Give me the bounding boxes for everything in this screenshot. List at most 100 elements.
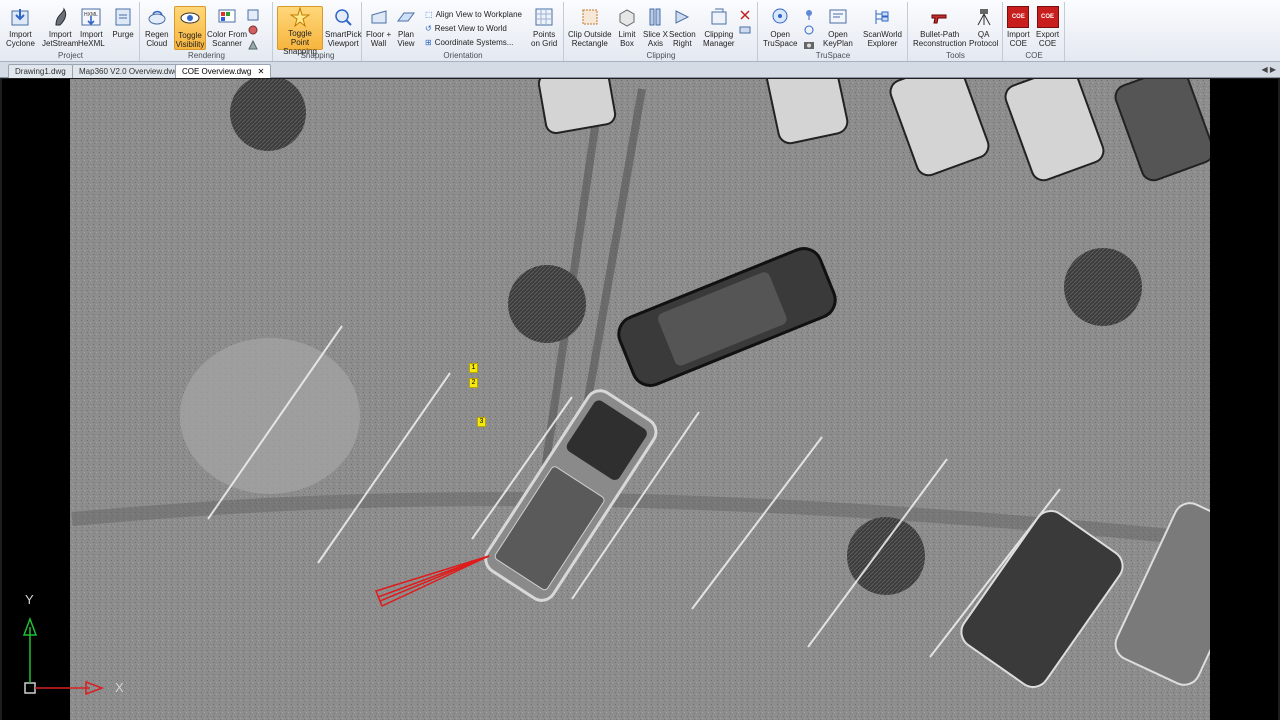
clip-delete-icon[interactable] [739, 8, 751, 20]
points-on-grid-label: Points on Grid [531, 30, 558, 48]
tab-scroll-arrows[interactable]: ◀ ▶ [1261, 65, 1276, 74]
purge-label: Purge [112, 30, 134, 39]
camera-icon[interactable] [803, 38, 815, 50]
bullet-path-reconstruction-button[interactable]: Bullet-Path Reconstruction [913, 6, 966, 50]
tools-group: Bullet-Path Reconstruction QA Protocol T… [909, 2, 1003, 61]
import-hexml-label: Import HeXML [78, 30, 105, 48]
floor-wall-label: Floor + Wall [366, 30, 392, 48]
export-coe-button[interactable]: COE Export COE [1036, 6, 1059, 50]
hexml-icon: HXML [80, 6, 102, 28]
rendering-group: Regen Cloud Toggle Visibility Color From… [141, 2, 273, 61]
tools-group-label: Tools [946, 51, 965, 60]
evidence-marker-2[interactable]: 2 [469, 378, 478, 388]
bullet-path-label: Bullet-Path Reconstruction [913, 30, 967, 48]
coe-export-icon-text: COE [1041, 13, 1055, 20]
align-view-to-workplane-button[interactable]: ⬚ Align View to Workplane [425, 8, 522, 21]
evidence-marker-3[interactable]: 3 [477, 417, 486, 427]
ucs-y-label: Y [25, 592, 34, 607]
palette-icon [216, 6, 238, 28]
reset-view-to-world-button[interactable]: ↺ Reset View to World [425, 22, 507, 35]
coordinate-systems-icon: ⊞ [425, 38, 432, 47]
project-group: Import Cyclone Import JetStream HXML Imp… [2, 2, 140, 61]
smartpick-viewport-button[interactable]: SmartPick Viewport [325, 6, 361, 50]
qa-protocol-button[interactable]: QA Protocol [969, 6, 998, 50]
truspace-group: Open TruSpace Open KeyPlan ScanWorld Exp… [759, 2, 908, 61]
intensity-icon[interactable] [247, 38, 259, 50]
right-black-margin [1210, 79, 1278, 720]
regen-cloud-button[interactable]: Regen Cloud [145, 6, 169, 50]
tab-map360-overview[interactable]: Map360 V2.0 Overview.dwg [72, 64, 186, 78]
clip-toggle-icon[interactable] [739, 23, 751, 35]
coordinate-systems-button[interactable]: ⊞ Coordinate Systems... [425, 36, 513, 49]
toggle-visibility-button[interactable]: Toggle Visibility [174, 6, 206, 50]
open-truspace-label: Open TruSpace [763, 30, 798, 48]
scanworld-explorer-label: ScanWorld Explorer [863, 30, 902, 48]
tab-drawing1[interactable]: Drawing1.dwg [8, 64, 73, 78]
ucs-x-label: X [115, 680, 124, 695]
plan-view-icon [395, 6, 417, 28]
point-cloud-canvas[interactable] [2, 79, 1278, 720]
section-icon [671, 6, 693, 28]
truspace-group-label: TruSpace [815, 51, 851, 60]
clipping-group: Clip Outside Rectangle Limit Box Slice X… [565, 2, 758, 61]
tab-drawing1-label: Drawing1.dwg [15, 67, 66, 76]
import-cyclone-label: Import Cyclone [6, 30, 35, 48]
import-cyclone-button[interactable]: Import Cyclone [6, 6, 35, 50]
open-keyplan-button[interactable]: Open KeyPlan [823, 6, 853, 50]
points-on-grid-button[interactable]: Points on Grid [531, 6, 557, 50]
toggle-point-snapping-button[interactable]: Toggle Point Snapping [277, 6, 323, 56]
purge-button[interactable]: Purge [112, 6, 134, 50]
import-hexml-button[interactable]: HXML Import HeXML [78, 6, 105, 50]
smartpick-icon [332, 6, 354, 28]
cloud-refresh-icon [146, 6, 168, 28]
coe-group-label: COE [1025, 51, 1043, 60]
import-jetstream-button[interactable]: Import JetStream [42, 6, 78, 50]
tab-coe-overview[interactable]: COE Overview.dwg ✕ [175, 64, 272, 78]
clip-outside-rectangle-label: Clip Outside Rectangle [568, 30, 612, 48]
scan-position [847, 517, 925, 595]
coordinate-systems-label: Coordinate Systems... [434, 38, 514, 47]
import-coe-button[interactable]: COE Import COE [1007, 6, 1030, 50]
plan-view-label: Plan View [397, 30, 415, 48]
eye-icon [179, 7, 201, 29]
floor-wall-button[interactable]: Floor + Wall [366, 6, 391, 50]
tree-canopy [180, 338, 360, 494]
orientation-group: Floor + Wall Plan View ⬚ Align View to W… [363, 2, 564, 61]
evidence-marker-1[interactable]: 1 [469, 363, 478, 373]
import-cyclone-icon [9, 6, 31, 28]
reset-view-label: Reset View to World [434, 24, 507, 33]
snap-star-icon [289, 7, 311, 27]
location-icon[interactable] [803, 23, 815, 35]
ribbon: Import Cyclone Import JetStream HXML Imp… [0, 0, 1280, 62]
scanworld-explorer-button[interactable]: ScanWorld Explorer [863, 6, 902, 50]
display-options-icon[interactable] [247, 8, 259, 21]
open-truspace-button[interactable]: Open TruSpace [763, 6, 797, 50]
scanworld-icon [871, 6, 893, 28]
truspace-icon [769, 6, 791, 28]
snapping-group: Toggle Point Snapping SmartPick Viewport… [274, 2, 362, 61]
point-size-icon[interactable] [247, 23, 259, 35]
limit-box-icon [616, 6, 638, 28]
scan-position [1064, 248, 1142, 326]
clipping-manager-label: Clipping Manager [703, 30, 735, 48]
smartpick-viewport-label: SmartPick Viewport [325, 30, 362, 48]
close-tab-icon[interactable]: ✕ [258, 67, 265, 76]
drawing-viewport[interactable]: 1 2 3 Y X [2, 79, 1278, 720]
pin-icon[interactable] [803, 8, 815, 20]
slice-x-axis-label: Slice X Axis [643, 30, 668, 48]
import-jetstream-label: Import JetStream [42, 30, 79, 48]
align-view-icon: ⬚ [425, 10, 433, 19]
clipping-manager-button[interactable]: Clipping Manager [703, 6, 735, 50]
purge-icon [112, 6, 134, 28]
grid-points-icon [533, 6, 555, 28]
clip-outside-rectangle-button[interactable]: Clip Outside Rectangle [568, 6, 612, 50]
left-black-margin [2, 79, 70, 720]
clip-rectangle-icon [579, 6, 601, 28]
slice-x-axis-button[interactable]: Slice X Axis [643, 6, 668, 50]
project-group-label: Project [58, 51, 83, 60]
coe-group: COE Import COE COE Export COE COE [1004, 2, 1065, 61]
plan-view-button[interactable]: Plan View [395, 6, 417, 50]
color-from-scanner-button[interactable]: Color From Scanner [207, 6, 247, 50]
limit-box-button[interactable]: Limit Box [616, 6, 638, 50]
section-right-button[interactable]: Section Right [669, 6, 696, 50]
